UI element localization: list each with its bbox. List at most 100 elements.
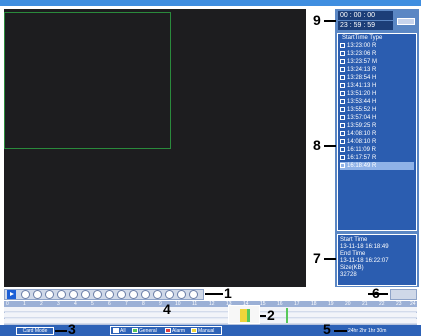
list-item[interactable]: 13:41:13 H <box>340 82 414 90</box>
callout-line <box>324 258 336 260</box>
timeline-tick: 5 <box>91 301 94 307</box>
pause-button[interactable] <box>21 290 30 299</box>
list-item[interactable]: 13:51:20 H <box>340 90 414 98</box>
previous-frame-button[interactable] <box>93 290 102 299</box>
checkbox-icon[interactable] <box>340 162 345 168</box>
checkbox-icon[interactable] <box>340 98 345 104</box>
checkbox-icon[interactable] <box>340 138 345 144</box>
callout-9: 9 <box>313 12 321 28</box>
playback-screen: 00 : 00 : 00 23 : 59 : 59 StartTime Type… <box>0 0 421 336</box>
list-item[interactable]: 13:59:25 R <box>340 122 414 130</box>
volume-control[interactable] <box>390 289 417 300</box>
sound-button[interactable] <box>189 290 198 299</box>
end-time-value: 13-11-18 16:22:07 <box>340 258 389 264</box>
slow-play-button[interactable] <box>45 290 54 299</box>
timeline-tick: 8 <box>142 301 145 307</box>
callout-1: 1 <box>224 285 232 301</box>
checkbox-icon[interactable] <box>340 146 345 152</box>
legend-alarm: Alarm <box>165 327 185 335</box>
list-item[interactable]: 13:23:06 R <box>340 50 414 58</box>
timeline-tick: 2 <box>40 301 43 307</box>
channel-window[interactable] <box>4 12 171 149</box>
list-item[interactable]: 13:28:54 H <box>340 74 414 82</box>
start-time-field[interactable]: 00 : 00 : 00 <box>338 11 393 20</box>
timeline-tick: 23 <box>396 301 402 307</box>
callout-5: 5 <box>323 321 331 336</box>
timeline-tick: 24 <box>410 301 416 307</box>
timeline-tick: 17 <box>294 301 300 307</box>
list-item[interactable]: 13:55:52 H <box>340 106 414 114</box>
timeline-track[interactable] <box>4 313 417 318</box>
title-strip <box>0 0 421 6</box>
timeline-tick: 4 <box>74 301 77 307</box>
checkbox-icon[interactable] <box>340 74 345 80</box>
list-item[interactable]: 13:24:13 R <box>340 66 414 74</box>
timeline-tick: 0 <box>6 301 9 307</box>
slow-backward-button[interactable] <box>69 290 78 299</box>
stop-button[interactable] <box>33 290 42 299</box>
timeline-track[interactable] <box>4 319 417 324</box>
callout-line <box>260 315 266 317</box>
timeline-zoom-buttons[interactable]: 24hr 2hr 1hr 30m <box>348 327 418 335</box>
callout-line <box>55 330 67 332</box>
file-info-panel: Start Time 13-11-18 16:18:49 End Time 13… <box>337 234 417 286</box>
next-file-button[interactable] <box>129 290 138 299</box>
list-item[interactable]: 14:08:10 R <box>340 130 414 138</box>
timeline-tick: 9 <box>159 301 162 307</box>
list-item[interactable]: 13:53:44 H <box>340 98 414 106</box>
list-item[interactable]: 13:23:00 R <box>340 42 414 50</box>
general-record-segment[interactable] <box>286 308 288 323</box>
checkbox-icon[interactable] <box>340 114 345 120</box>
card-mode-button[interactable]: Card Mode <box>16 327 54 335</box>
checkbox-icon[interactable] <box>340 42 345 48</box>
fast-play-button[interactable] <box>57 290 66 299</box>
list-item[interactable]: 16:11:09 R <box>340 146 414 154</box>
play-button[interactable] <box>7 290 16 299</box>
checkbox-icon[interactable] <box>340 122 345 128</box>
callout-line <box>324 20 336 22</box>
checkbox-icon[interactable] <box>340 82 345 88</box>
timeline-tick: 3 <box>57 301 60 307</box>
end-time-field[interactable]: 23 : 59 : 59 <box>338 21 393 30</box>
timeline-tick: 20 <box>345 301 351 307</box>
callout-2: 2 <box>267 307 275 323</box>
fast-backward-button[interactable] <box>81 290 90 299</box>
list-item-selected[interactable]: 16:18:49 R <box>340 162 414 170</box>
clip-button[interactable] <box>177 290 186 299</box>
timeline-tick: 1 <box>23 301 26 307</box>
checkbox-icon[interactable] <box>340 50 345 56</box>
checkbox-icon[interactable] <box>340 66 345 72</box>
start-time-label: Start Time <box>340 237 368 243</box>
search-button[interactable] <box>397 18 415 25</box>
list-item[interactable]: 14:08:10 R <box>340 138 414 146</box>
timeline-tick: 6 <box>108 301 111 307</box>
checkbox-icon[interactable] <box>340 90 345 96</box>
checkbox-icon[interactable] <box>340 130 345 136</box>
backup-button[interactable] <box>165 290 174 299</box>
callout-3: 3 <box>68 321 76 336</box>
fullscreen-button[interactable] <box>153 290 162 299</box>
list-item[interactable]: 13:23:57 M <box>340 58 414 66</box>
list-item[interactable]: 13:57:04 H <box>340 114 414 122</box>
timeline-tick: 19 <box>328 301 334 307</box>
timeline-track[interactable] <box>4 307 417 312</box>
timeline-tick: 7 <box>125 301 128 307</box>
callout-6: 6 <box>372 285 380 301</box>
previous-file-button[interactable] <box>117 290 126 299</box>
timeline-tick: 21 <box>362 301 368 307</box>
checkbox-icon[interactable] <box>340 106 345 112</box>
timeline-tick: 16 <box>277 301 283 307</box>
callout-line <box>205 293 223 295</box>
callout-line <box>324 145 336 147</box>
legend-general: General <box>132 327 157 335</box>
next-frame-button[interactable] <box>105 290 114 299</box>
legend-all: All <box>113 327 126 335</box>
general-record-segment[interactable] <box>247 309 250 322</box>
list-item[interactable]: 16:17:57 R <box>340 154 414 162</box>
checkbox-icon[interactable] <box>340 58 345 64</box>
start-time-value: 13-11-18 16:18:49 <box>340 244 389 250</box>
loop-button[interactable] <box>141 290 150 299</box>
timeline-tick: 22 <box>379 301 385 307</box>
manual-record-segment[interactable] <box>240 309 247 322</box>
checkbox-icon[interactable] <box>340 154 345 160</box>
